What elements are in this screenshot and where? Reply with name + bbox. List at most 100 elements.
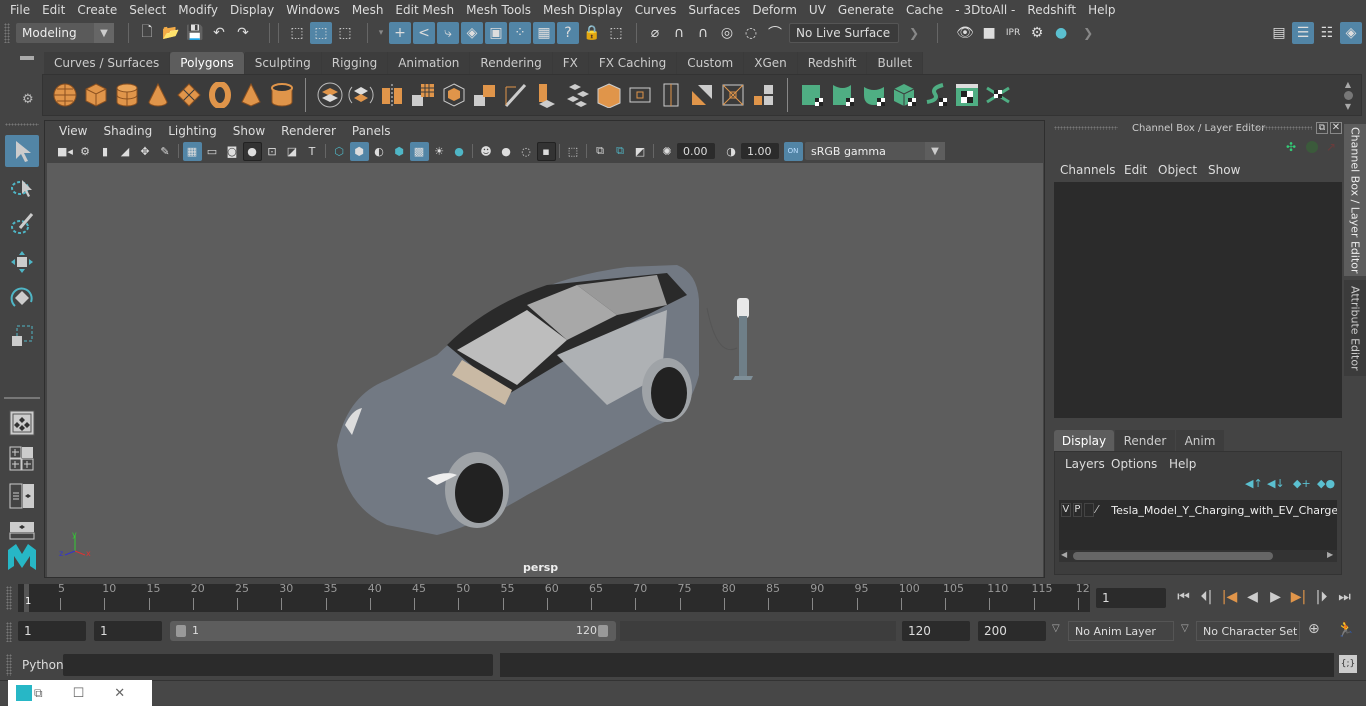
layout-uv-icon[interactable] bbox=[982, 79, 1013, 111]
select-hierarchy-icon[interactable]: ⬚ bbox=[286, 22, 308, 44]
grease-pencil-icon[interactable]: ✎ bbox=[156, 142, 175, 161]
lasso-tool-icon[interactable] bbox=[5, 172, 39, 204]
default-material-icon[interactable]: ◐ bbox=[370, 142, 389, 161]
wireframe-icon[interactable]: ⬡ bbox=[330, 142, 349, 161]
viewport-menu-show[interactable]: Show bbox=[225, 124, 273, 138]
cylindrical-uv-icon[interactable] bbox=[827, 79, 858, 111]
float-panel-icon[interactable]: ⧉ bbox=[1316, 122, 1328, 134]
chevron-down-icon[interactable]: ▽ bbox=[1052, 623, 1060, 634]
magnet-icon[interactable]: ∩ bbox=[668, 22, 690, 44]
poly-sphere-icon[interactable] bbox=[49, 79, 80, 111]
side-tab-attribute-editor[interactable]: Attribute Editor bbox=[1344, 280, 1366, 376]
step-forward-frame-icon[interactable]: |⏵ bbox=[1310, 587, 1333, 607]
poly-cube-icon[interactable] bbox=[80, 79, 111, 111]
menu-modify[interactable]: Modify bbox=[172, 3, 224, 17]
select-tool-icon[interactable] bbox=[5, 135, 39, 167]
wireframe-on-shaded-icon[interactable]: ⬢ bbox=[390, 142, 409, 161]
shelf-options-icon[interactable] bbox=[1343, 90, 1353, 100]
shelf-tab-animation[interactable]: Animation bbox=[388, 52, 471, 74]
safe-action-icon[interactable]: ◪ bbox=[283, 142, 302, 161]
channels-menu[interactable]: Channels bbox=[1060, 163, 1116, 177]
ambient-occlusion-icon[interactable]: ◌ bbox=[517, 142, 536, 161]
bevel-icon[interactable] bbox=[469, 79, 500, 111]
scroll-thumb[interactable] bbox=[1073, 552, 1273, 560]
image-plane-icon[interactable]: ◢ bbox=[116, 142, 135, 161]
shadows-icon[interactable]: ● bbox=[450, 142, 469, 161]
range-end-handle[interactable] bbox=[598, 625, 608, 637]
character-set-dropdown[interactable]: No Character Set bbox=[1196, 621, 1300, 641]
planar-uv-icon[interactable] bbox=[796, 79, 827, 111]
layers-menu[interactable]: Layers bbox=[1065, 457, 1105, 471]
step-back-frame-icon[interactable]: ⏴| bbox=[1195, 587, 1218, 607]
move-layer-down-icon[interactable]: ◀↓ bbox=[1267, 477, 1285, 490]
snap-view-plane-icon[interactable]: ◈ bbox=[461, 22, 483, 44]
grip-handle[interactable] bbox=[1054, 126, 1118, 130]
grip-handle[interactable] bbox=[6, 622, 12, 642]
layer-horizontal-scrollbar[interactable]: ◀ ▶ bbox=[1059, 550, 1337, 562]
snap-vertex-icon[interactable]: ⁘ bbox=[509, 22, 531, 44]
poly-pipe-icon[interactable] bbox=[266, 79, 297, 111]
attribute-editor-toggle-icon[interactable]: ☰ bbox=[1292, 22, 1314, 44]
layer-tab-render[interactable]: Render bbox=[1115, 430, 1175, 451]
layer-color-swatch[interactable]: ⁄ bbox=[1096, 503, 1109, 517]
restore-icon[interactable]: ⧉ bbox=[34, 686, 43, 701]
scroll-right-icon[interactable]: ▶ bbox=[1327, 550, 1333, 559]
shelf-tab-custom[interactable]: Custom bbox=[677, 52, 745, 74]
exposure-icon[interactable]: ✺ bbox=[658, 142, 677, 161]
edit-menu[interactable]: Edit bbox=[1124, 163, 1147, 177]
snap-grid-icon[interactable]: + bbox=[389, 22, 411, 44]
fill-hole-icon[interactable] bbox=[686, 79, 717, 111]
resolution-gate-icon[interactable]: ◙ bbox=[223, 142, 242, 161]
unfold-uv-icon[interactable] bbox=[920, 79, 951, 111]
channel-list[interactable] bbox=[1054, 182, 1342, 418]
step-forward-key-icon[interactable]: ▶| bbox=[1287, 587, 1310, 607]
display-layer-icon[interactable]: ⧉ bbox=[611, 142, 630, 161]
smooth-shade-icon[interactable]: ⬢ bbox=[349, 141, 369, 161]
camera-attributes-icon[interactable]: ⚙ bbox=[76, 142, 95, 161]
scroll-up-icon[interactable]: ▲ bbox=[1345, 80, 1351, 89]
make-live-icon[interactable]: ⌒ bbox=[764, 22, 786, 44]
make-live-edge-icon[interactable] bbox=[624, 79, 655, 111]
viewport-menu-lighting[interactable]: Lighting bbox=[160, 124, 225, 138]
animation-end-field[interactable]: 200 bbox=[978, 621, 1046, 641]
last-tool-icon[interactable] bbox=[5, 407, 39, 439]
animation-start-field[interactable]: 1 bbox=[18, 621, 86, 641]
extrude-icon[interactable] bbox=[531, 79, 562, 111]
animation-preferences-icon[interactable]: 🏃 bbox=[1336, 620, 1355, 638]
layer-display-type-toggle[interactable] bbox=[1084, 503, 1094, 517]
shelf-tab-bullet[interactable]: Bullet bbox=[867, 52, 924, 74]
2d-pan-zoom-icon[interactable]: ✥ bbox=[136, 142, 155, 161]
new-scene-icon[interactable]: 🗋 bbox=[136, 22, 158, 44]
close-icon[interactable]: ✕ bbox=[114, 686, 125, 701]
menu-mesh-display[interactable]: Mesh Display bbox=[537, 3, 629, 17]
workspace-dropdown[interactable]: Modeling ▼ bbox=[16, 23, 114, 43]
current-frame-field[interactable]: 1 bbox=[1096, 588, 1166, 608]
shelf-tab-curves-surfaces[interactable]: Curves / Surfaces bbox=[44, 52, 171, 74]
shelf-tab-polygons[interactable]: Polygons bbox=[170, 52, 245, 74]
insert-edge-loop-icon[interactable] bbox=[717, 79, 748, 111]
arrow-icon[interactable]: ↗ bbox=[1326, 140, 1336, 154]
menu-windows[interactable]: Windows bbox=[280, 3, 346, 17]
color-space-dropdown[interactable]: sRGB gamma ▼ bbox=[805, 142, 945, 160]
layer-tab-anim[interactable]: Anim bbox=[1176, 430, 1224, 451]
go-to-end-icon[interactable]: ⏭ bbox=[1333, 587, 1356, 607]
symmetry-icon[interactable]: ◎ bbox=[716, 22, 738, 44]
poly-cone-icon[interactable] bbox=[142, 79, 173, 111]
poly-plane-icon[interactable] bbox=[173, 79, 204, 111]
viewport-menu-view[interactable]: View bbox=[51, 124, 95, 138]
crease-icon[interactable] bbox=[748, 79, 779, 111]
scale-tool-icon[interactable] bbox=[5, 320, 39, 352]
anim-layer-dropdown[interactable]: No Anim Layer bbox=[1068, 621, 1174, 641]
maximize-icon[interactable]: ☐ bbox=[73, 686, 85, 701]
combine-icon[interactable] bbox=[314, 79, 345, 111]
menu-edit-mesh[interactable]: Edit Mesh bbox=[389, 3, 460, 17]
3d-scene-view[interactable]: y x z persp bbox=[47, 163, 1043, 577]
render-settings-gear-icon[interactable]: ⚙ bbox=[1026, 22, 1048, 44]
menu-help[interactable]: Help bbox=[1082, 3, 1121, 17]
camera-select-icon[interactable]: ■◂ bbox=[56, 142, 75, 161]
menu-create[interactable]: Create bbox=[71, 3, 123, 17]
shelf-scroll[interactable]: ▲ ▼ bbox=[1341, 80, 1355, 111]
select-lock-icon[interactable]: ⬚ bbox=[605, 22, 627, 44]
menu-deform[interactable]: Deform bbox=[746, 3, 803, 17]
menu-select[interactable]: Select bbox=[123, 3, 172, 17]
